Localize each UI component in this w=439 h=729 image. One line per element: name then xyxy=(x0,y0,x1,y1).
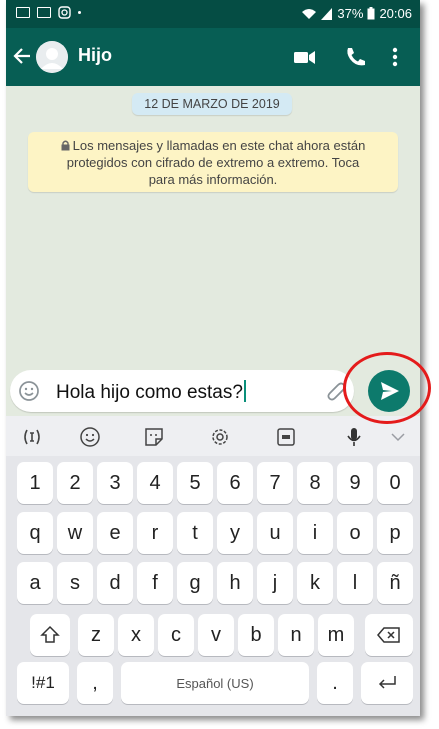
key-1[interactable]: 1 xyxy=(17,462,53,504)
instagram-icon xyxy=(58,6,71,19)
backspace-icon xyxy=(377,627,400,643)
key-r[interactable]: r xyxy=(137,512,173,554)
screen-icon xyxy=(16,7,30,18)
clock: 20:06 xyxy=(379,6,412,21)
key-3[interactable]: 3 xyxy=(97,462,133,504)
send-button-highlight-ring xyxy=(343,352,431,424)
symbols-key[interactable]: !#1 xyxy=(17,662,69,704)
comma-key[interactable]: , xyxy=(77,662,113,704)
key-x[interactable]: x xyxy=(118,614,154,656)
keyboard: 1234567890 qwertyuiop asdfghjklñ zxcvbnm… xyxy=(6,456,420,716)
key-t[interactable]: t xyxy=(177,512,213,554)
cursor-icon[interactable] xyxy=(20,425,44,449)
wifi-icon xyxy=(302,8,317,19)
key-m[interactable]: m xyxy=(318,614,354,656)
key-9[interactable]: 9 xyxy=(337,462,373,504)
phone-call-icon[interactable] xyxy=(342,44,368,70)
key-b[interactable]: b xyxy=(238,614,274,656)
key-q[interactable]: q xyxy=(17,512,53,554)
key-y[interactable]: y xyxy=(217,512,253,554)
notice-line-1: Los mensajes y llamadas en este chat aho… xyxy=(28,137,398,154)
date-chip: 12 DE MARZO DE 2019 xyxy=(132,93,292,115)
lock-icon xyxy=(61,140,70,151)
keyboard-toolbar xyxy=(6,416,420,456)
key-n[interactable]: n xyxy=(278,614,314,656)
key-0[interactable]: 0 xyxy=(377,462,413,504)
enter-icon xyxy=(378,676,396,689)
enter-key[interactable] xyxy=(361,662,413,704)
sticker-icon[interactable] xyxy=(142,425,166,449)
key-2[interactable]: 2 xyxy=(57,462,93,504)
message-input[interactable]: Hola hijo como estas? xyxy=(10,370,354,412)
shift-icon xyxy=(40,625,60,643)
status-bar: 37% 20:06 xyxy=(6,0,420,28)
encryption-notice[interactable]: Los mensajes y llamadas en este chat aho… xyxy=(28,132,398,192)
key-5[interactable]: 5 xyxy=(177,462,213,504)
battery-icon xyxy=(367,7,375,20)
notice-line-3: para más información. xyxy=(148,172,278,187)
key-o[interactable]: o xyxy=(337,512,373,554)
key-7[interactable]: 7 xyxy=(257,462,293,504)
key-a[interactable]: a xyxy=(17,562,53,604)
key-6[interactable]: 6 xyxy=(217,462,253,504)
space-bar[interactable]: Español (US) xyxy=(121,662,309,704)
mic-icon[interactable] xyxy=(342,425,366,449)
chat-header: Hijo xyxy=(6,28,420,86)
key-e[interactable]: e xyxy=(97,512,133,554)
key-z[interactable]: z xyxy=(78,614,114,656)
notice-line-2: protegidos con cifrado de extremo a extr… xyxy=(66,155,360,170)
text-caret xyxy=(243,380,246,402)
key-j[interactable]: j xyxy=(257,562,293,604)
key-c[interactable]: c xyxy=(158,614,194,656)
key-f[interactable]: f xyxy=(137,562,173,604)
key-ñ[interactable]: ñ xyxy=(377,562,413,604)
gif-icon[interactable] xyxy=(274,425,298,449)
back-arrow-icon[interactable] xyxy=(12,42,36,72)
signal-icon xyxy=(321,7,333,20)
phone-screen: 37% 20:06 Hijo 12 DE MARZO DE 2019 Los m… xyxy=(6,0,420,716)
emoji-icon[interactable] xyxy=(18,380,40,402)
collapse-chevron-icon[interactable] xyxy=(390,425,406,449)
key-h[interactable]: h xyxy=(217,562,253,604)
key-i[interactable]: i xyxy=(297,512,333,554)
key-w[interactable]: w xyxy=(57,512,93,554)
video-call-icon[interactable] xyxy=(292,44,318,70)
chat-area: 12 DE MARZO DE 2019 Los mensajes y llama… xyxy=(6,86,420,364)
battery-percent: 37% xyxy=(337,6,364,21)
key-p[interactable]: p xyxy=(377,512,413,554)
backspace-key[interactable] xyxy=(365,614,413,656)
emoji-icon[interactable] xyxy=(78,425,102,449)
gallery-icon xyxy=(37,7,51,18)
key-g[interactable]: g xyxy=(177,562,213,604)
contact-name[interactable]: Hijo xyxy=(78,45,112,66)
key-u[interactable]: u xyxy=(257,512,293,554)
message-text: Hola hijo como estas? xyxy=(56,380,246,404)
more-menu-icon[interactable] xyxy=(388,44,402,70)
key-s[interactable]: s xyxy=(57,562,93,604)
key-l[interactable]: l xyxy=(337,562,373,604)
period-key[interactable]: . xyxy=(317,662,353,704)
avatar-icon[interactable] xyxy=(36,41,68,73)
key-8[interactable]: 8 xyxy=(297,462,333,504)
settings-icon[interactable] xyxy=(208,425,232,449)
key-k[interactable]: k xyxy=(297,562,333,604)
key-4[interactable]: 4 xyxy=(137,462,173,504)
key-v[interactable]: v xyxy=(198,614,234,656)
dot-icon xyxy=(78,11,81,14)
key-d[interactable]: d xyxy=(97,562,133,604)
shift-key[interactable] xyxy=(30,614,70,656)
